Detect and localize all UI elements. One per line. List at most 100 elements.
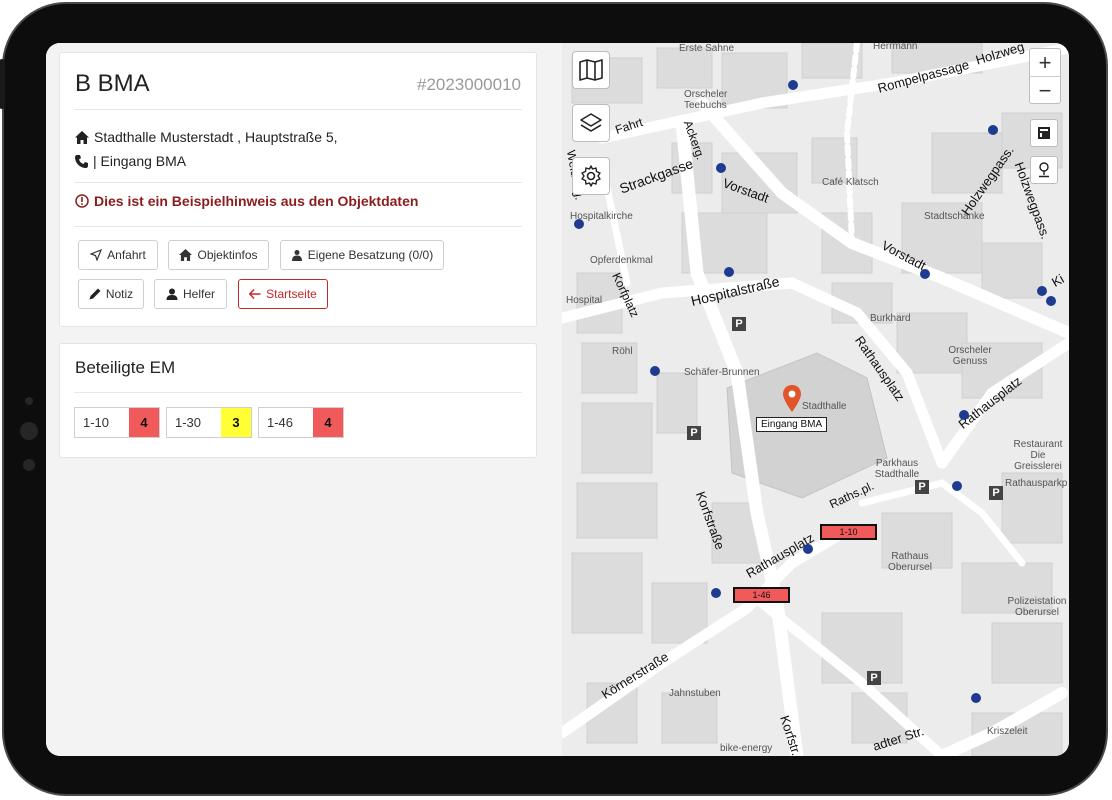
map-label: Erste Sahne [679,43,735,54]
home-button-label: Startseite [266,287,317,301]
unit-label: 1-46 [267,415,294,430]
unit-count: 4 [313,408,343,437]
map-label: Jahnstuben [669,688,721,699]
map-label: Röhl [612,346,633,357]
map-label: Restaurant Die Greisslerei [1013,439,1063,472]
divider [74,182,522,183]
location-pin-icon [1039,162,1049,178]
unit-position-tag[interactable]: 1-10 [820,524,877,540]
camera-dot [25,397,33,405]
app-screen: B BMA #2023000010 Stadthalle Musterstadt… [46,43,1069,756]
map-label: Stadtschänke [924,211,985,222]
phone-icon [75,154,88,168]
map-label: Parkhaus Stadthalle [874,458,920,480]
map-label: Rathausparkp [1005,478,1068,489]
contact-line: | Eingang BMA [75,153,186,169]
object-hint: Dies ist ein Beispielhinweis aus den Obj… [75,193,418,209]
address-text: Stadthalle Musterstadt , Hauptstraße 5, [94,129,338,145]
transit-stop-icon [988,125,998,135]
arrow-left-icon [249,289,261,299]
unit-badge[interactable]: 1-46 4 [258,407,344,438]
transit-stop-icon [1037,286,1047,296]
units-card: Beteiligte EM 1-10 4 1-30 3 1-46 4 [59,343,537,458]
home-button[interactable]: Startseite [238,279,328,309]
gear-icon [581,165,601,187]
unit-position-tag[interactable]: 1-46 [733,587,790,603]
layers-button[interactable] [572,104,610,142]
map-icon [579,59,603,81]
left-panel: B BMA #2023000010 Stadthalle Musterstadt… [46,43,562,756]
unit-count: 4 [129,408,159,437]
incident-number: #2023000010 [416,75,521,94]
settings-button[interactable] [572,157,610,195]
incident-title: B BMA [75,70,150,97]
objectinfo-button[interactable]: Objektinfos [168,240,269,270]
map-label: Opferdenkmal [590,255,653,266]
home-icon [75,130,89,144]
map-label: Kriszeleit [987,726,1028,737]
crew-button[interactable]: Eigene Besatzung (0/0) [280,240,444,270]
map-label: bike-energy [720,743,773,754]
contact-text: | Eingang BMA [93,153,187,169]
route-button-label: Anfahrt [107,248,146,262]
map-label: Rathaus Oberursel [888,551,932,573]
ruler-icon [1038,127,1050,139]
objectinfo-button-label: Objektinfos [197,248,258,262]
divider [74,392,522,393]
unit-badge[interactable]: 1-30 3 [166,407,252,438]
map-label: Stadthalle [802,401,847,412]
transit-stop-icon [574,219,584,229]
user-icon [166,288,178,300]
note-button-label: Notiz [105,287,134,301]
pencil-icon [89,288,101,300]
home-icon [179,249,193,261]
transit-stop-icon [803,544,813,554]
map-label: Orscheler Genuss [948,345,992,367]
note-button[interactable]: Notiz [78,279,144,309]
parking-icon: P [732,317,746,331]
map-view[interactable]: Erste Sahne Herrmann Rompelpassage Holzw… [562,43,1069,756]
zoom-out-button[interactable]: − [1030,76,1060,104]
unit-label: 1-10 [83,415,110,430]
zoom-control: + − [1029,48,1061,104]
helper-button[interactable]: Helfer [154,279,227,309]
map-label: Hospital [566,295,603,306]
map-pin-icon [783,385,801,412]
layers-icon [580,113,602,132]
home-sensor [20,422,38,440]
parking-icon: P [687,426,701,440]
map-label: Café Klatsch [822,177,879,188]
map-label: Burkhard [870,313,911,324]
map-label: Polizeistation Oberursel [1007,596,1067,618]
parking-icon: P [989,486,1003,500]
parking-icon: P [867,671,881,685]
sensor-dot [23,459,35,471]
scale-toggle-button[interactable] [1030,119,1058,147]
navigation-arrow-icon [90,249,103,261]
address-line: Stadthalle Musterstadt , Hauptstraße 5, [75,129,338,145]
transit-stop-icon [711,588,721,598]
route-button[interactable]: Anfahrt [78,240,158,270]
transit-stop-icon [971,693,981,703]
divider [74,226,522,227]
side-button [0,59,5,109]
hint-text: Dies ist ein Beispielhinweis aus den Obj… [94,193,419,209]
parking-icon: P [915,480,929,494]
transit-stop-icon [788,80,798,90]
crew-button-label: Eigene Besatzung (0/0) [307,248,434,262]
map-label: Orscheler Teebuchs [684,89,728,111]
unit-badge[interactable]: 1-10 4 [74,407,160,438]
zoom-in-button[interactable]: + [1030,49,1060,76]
basemap-button[interactable] [572,51,610,89]
map-label: Schäfer-Brunnen [684,367,760,378]
marker-label: Eingang BMA [756,417,828,432]
unit-count: 3 [221,408,251,437]
users-icon [291,250,302,261]
incident-card: B BMA #2023000010 Stadthalle Musterstadt… [59,52,537,327]
location-button[interactable] [1030,156,1058,184]
transit-stop-icon [1046,296,1056,306]
transit-stop-icon [716,163,726,173]
transit-stop-icon [724,267,734,277]
transit-stop-icon [959,410,969,420]
units-section-title: Beteiligte EM [75,358,176,377]
